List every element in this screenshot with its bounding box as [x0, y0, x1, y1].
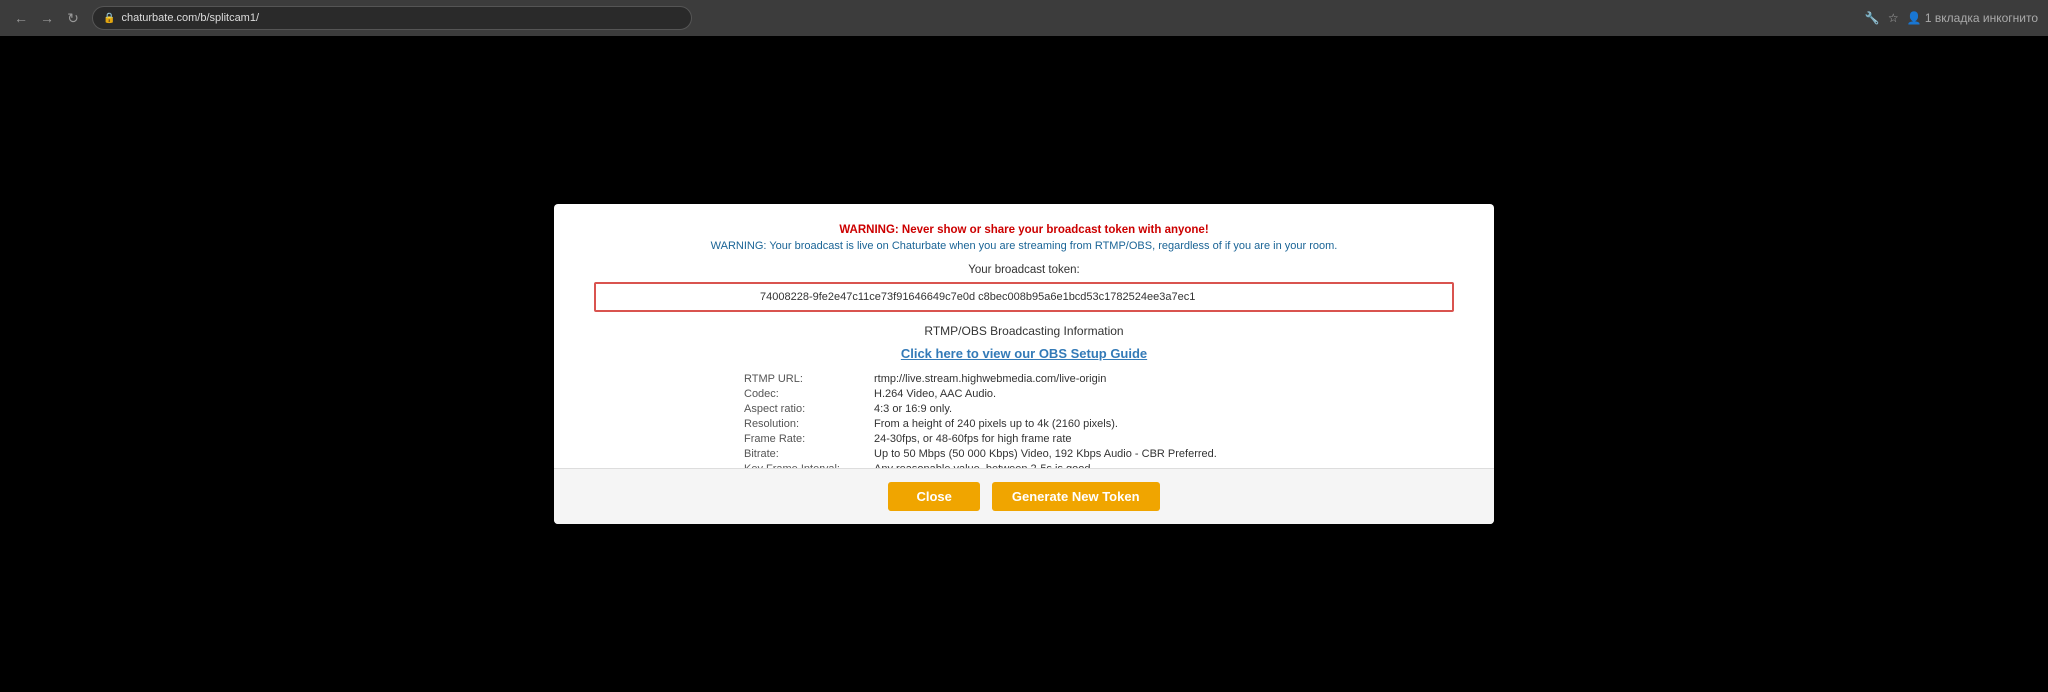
info-value: 24-30fps, or 48-60fps for high frame rat…: [874, 433, 1072, 445]
extension-icon[interactable]: 🔧: [1865, 11, 1880, 25]
token-label: Your broadcast token:: [594, 264, 1454, 276]
info-row: Resolution:From a height of 240 pixels u…: [744, 418, 1304, 430]
info-value: 4:3 or 16:9 only.: [874, 403, 952, 415]
info-table: RTMP URL:rtmp://live.stream.highwebmedia…: [744, 373, 1304, 468]
close-button[interactable]: Close: [888, 482, 979, 511]
warning-blue-text: WARNING: Your broadcast is live on Chatu…: [594, 240, 1454, 252]
info-label: RTMP URL:: [744, 373, 874, 385]
forward-button[interactable]: →: [36, 7, 58, 29]
modal-scroll-area[interactable]: WARNING: Never show or share your broadc…: [554, 204, 1494, 468]
browser-actions: 🔧 ☆ 👤 1 вкладка инкогнито: [1865, 11, 2038, 25]
info-label: Resolution:: [744, 418, 874, 430]
main-content: WARNING: Never show or share your broadc…: [0, 36, 2048, 692]
token-border: [594, 282, 1454, 312]
info-value: Up to 50 Mbps (50 000 Kbps) Video, 192 K…: [874, 448, 1217, 460]
lock-icon: 🔒: [103, 13, 115, 24]
user-menu[interactable]: 👤 1 вкладка инкогнито: [1907, 11, 2038, 25]
bookmark-icon[interactable]: ☆: [1888, 11, 1899, 25]
generate-token-button[interactable]: Generate New Token: [992, 482, 1160, 511]
info-label: Aspect ratio:: [744, 403, 874, 415]
info-row: Aspect ratio:4:3 or 16:9 only.: [744, 403, 1304, 415]
info-row: Bitrate:Up to 50 Mbps (50 000 Kbps) Vide…: [744, 448, 1304, 460]
token-input[interactable]: [754, 288, 1294, 306]
info-label: Codec:: [744, 388, 874, 400]
info-value: From a height of 240 pixels up to 4k (21…: [874, 418, 1118, 430]
back-button[interactable]: ←: [10, 7, 32, 29]
refresh-button[interactable]: ↻: [62, 7, 84, 29]
url-text: chaturbate.com/b/splitcam1/: [121, 12, 259, 24]
info-value: rtmp://live.stream.highwebmedia.com/live…: [874, 373, 1106, 385]
modal-footer: Close Generate New Token: [554, 468, 1494, 524]
info-label: Bitrate:: [744, 448, 874, 460]
token-section: Your broadcast token:: [594, 264, 1454, 312]
address-bar[interactable]: 🔒 chaturbate.com/b/splitcam1/: [92, 6, 692, 30]
nav-buttons: ← → ↻: [10, 7, 84, 29]
section-title: RTMP/OBS Broadcasting Information: [594, 324, 1454, 338]
browser-chrome: ← → ↻ 🔒 chaturbate.com/b/splitcam1/ 🔧 ☆ …: [0, 0, 2048, 36]
info-row: Frame Rate:24-30fps, or 48-60fps for hig…: [744, 433, 1304, 445]
info-row: RTMP URL:rtmp://live.stream.highwebmedia…: [744, 373, 1304, 385]
info-value: H.264 Video, AAC Audio.: [874, 388, 996, 400]
info-row: Codec:H.264 Video, AAC Audio.: [744, 388, 1304, 400]
warning-red-text: WARNING: Never show or share your broadc…: [594, 224, 1454, 236]
modal-container: WARNING: Never show or share your broadc…: [554, 204, 1494, 524]
info-label: Frame Rate:: [744, 433, 874, 445]
obs-setup-link[interactable]: Click here to view our OBS Setup Guide: [594, 346, 1454, 361]
